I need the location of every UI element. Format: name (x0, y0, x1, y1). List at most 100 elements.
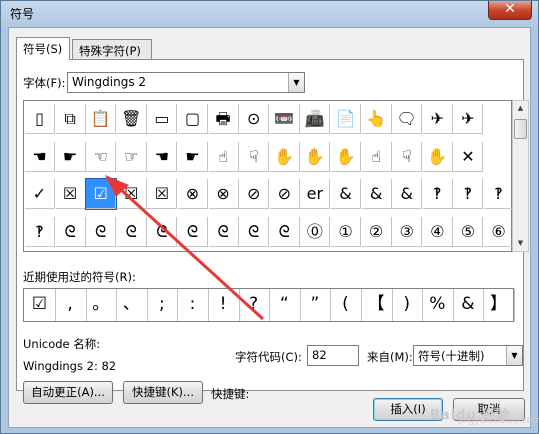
symbol-grid-scrollbar[interactable]: ▲ ▼ (512, 100, 529, 252)
symbol-cell[interactable]: ☛ (178, 141, 208, 172)
symbol-cell[interactable]: ⓪ (300, 216, 331, 247)
symbol-cell[interactable]: ⑤ (453, 216, 484, 247)
recent-symbol-cell[interactable]: ; (146, 289, 179, 321)
symbol-cell[interactable]: ☝ (361, 141, 392, 172)
font-select[interactable]: Wingdings 2 ▼ (67, 72, 305, 93)
symbol-cell[interactable]: ☟ (239, 141, 270, 172)
autocorrect-label: 自动更正(A)... (31, 385, 105, 399)
symbol-cell[interactable]: ☚ (147, 141, 178, 172)
symbol-cell[interactable]: ᘓ (178, 216, 208, 247)
char-code-input[interactable]: 82 (307, 345, 359, 366)
recent-symbol-cell[interactable]: 。 (85, 289, 118, 321)
symbol-cell[interactable]: 🗨 (392, 104, 423, 134)
symbol-cell[interactable]: 📠 (300, 104, 331, 134)
recent-symbol-cell[interactable]: & (452, 289, 485, 321)
symbol-cell[interactable]: 🗑 (116, 104, 147, 134)
symbol-cell[interactable]: ☝ (208, 141, 239, 172)
symbol-cell[interactable]: ✓ (25, 179, 55, 209)
watermark-url: jingyan.baidu.com (458, 416, 539, 426)
symbol-cell[interactable]: ✋ (422, 141, 453, 172)
tab-special-characters[interactable]: 特殊字符(P) (72, 39, 152, 59)
symbol-cell[interactable]: 📼 (269, 104, 300, 134)
symbol-cell[interactable]: ᘓ (116, 216, 147, 247)
scroll-thumb[interactable] (514, 119, 527, 139)
symbol-cell[interactable]: ③ (392, 216, 423, 247)
close-button[interactable]: ✕ (488, 1, 532, 20)
recent-symbol-cell[interactable]: ! (208, 289, 240, 321)
symbol-cell[interactable]: ⑥ (484, 216, 514, 247)
symbol-cell[interactable]: ‽ (422, 179, 453, 209)
symbol-cell[interactable]: 📋 (86, 104, 117, 134)
symbol-cell[interactable]: ④ (422, 216, 453, 247)
unicode-name-label: Unicode 名称: (23, 337, 101, 351)
symbol-cell[interactable]: ☜ (86, 141, 117, 172)
recent-symbol-cell[interactable]: ? (238, 289, 271, 321)
symbol-cell[interactable]: ✋ (331, 141, 361, 172)
symbol-cell[interactable]: ⊙ (239, 104, 270, 134)
recent-symbol-cell[interactable]: ☑ (24, 289, 56, 321)
recent-symbol-cell[interactable]: 】 (483, 289, 515, 321)
symbol-cell[interactable]: ☒ (55, 179, 86, 209)
symbol-cell[interactable]: ▯ (25, 104, 55, 134)
recent-symbol-cell[interactable]: ( (330, 289, 362, 321)
symbol-cell[interactable]: ᘓ (86, 216, 117, 247)
symbol-cell[interactable]: & (361, 179, 392, 209)
shortcut-key-label: 快捷键(K)... (132, 385, 194, 399)
dropdown-arrow-icon[interactable]: ▼ (288, 73, 304, 92)
recent-symbol-cell[interactable]: % (422, 289, 454, 321)
shortcut-key-button[interactable]: 快捷键(K)... (123, 381, 203, 404)
symbol-cell[interactable]: ᘓ (208, 216, 239, 247)
symbol-cell[interactable]: ▢ (178, 104, 208, 134)
symbol-cell[interactable]: & (392, 179, 423, 209)
symbol-cell[interactable]: ☛ (55, 141, 86, 172)
symbol-cell[interactable]: ☞ (116, 141, 147, 172)
recent-symbol-cell[interactable]: , (55, 289, 87, 321)
from-select-value: 符号(十进制) (418, 349, 485, 363)
tab-symbols[interactable]: 符号(S) (16, 37, 70, 60)
symbol-cell[interactable]: ‽ (453, 179, 484, 209)
symbol-cell[interactable]: ▭ (147, 104, 178, 134)
recent-symbol-cell[interactable]: “ (269, 289, 301, 321)
symbol-cell[interactable]: ⊗ (208, 179, 239, 209)
symbol-cell[interactable]: ‽ (25, 216, 55, 247)
symbol-cell[interactable]: ② (361, 216, 392, 247)
symbol-cell[interactable]: ☟ (392, 141, 423, 172)
symbol-cell[interactable]: ☒ (147, 179, 178, 209)
symbol-cell[interactable]: & (331, 179, 361, 209)
from-select[interactable]: 符号(十进制) ▼ (413, 345, 523, 366)
scroll-down-icon[interactable]: ▼ (513, 236, 528, 251)
symbol-cell[interactable]: ᘓ (55, 216, 86, 247)
symbol-cell[interactable]: ✋ (269, 141, 300, 172)
char-code-value: 82 (312, 348, 327, 362)
symbol-cell[interactable]: ⊘ (239, 179, 270, 209)
scroll-up-icon[interactable]: ▲ (513, 101, 528, 116)
recent-symbol-cell[interactable]: 、 (116, 289, 148, 321)
symbol-cell[interactable]: ⧉ (55, 104, 86, 134)
symbol-cell[interactable]: 🖶 (208, 104, 239, 134)
symbol-cell[interactable]: ① (331, 216, 361, 247)
symbol-cell[interactable]: ᘓ (147, 216, 178, 247)
symbol-cell[interactable]: 📄 (331, 104, 361, 134)
symbol-cell[interactable]: ⊗ (178, 179, 208, 209)
dropdown-arrow-icon[interactable]: ▼ (506, 346, 522, 365)
symbol-cell[interactable]: ✋ (300, 141, 331, 172)
symbol-cell[interactable]: ☑ (85, 178, 118, 210)
autocorrect-button[interactable]: 自动更正(A)... (23, 381, 113, 404)
symbol-cell[interactable]: ☚ (25, 141, 55, 172)
symbol-cell[interactable]: ☒ (116, 179, 147, 209)
symbol-cell[interactable]: ᘓ (269, 216, 300, 247)
recent-label: 近期使用过的符号(R): (23, 270, 136, 284)
recent-symbol-cell[interactable]: 【 (361, 289, 393, 321)
symbol-cell[interactable]: ✈ (422, 104, 453, 134)
symbol-cell[interactable]: ⊘ (269, 179, 300, 209)
recent-symbol-cell[interactable]: : (177, 289, 209, 321)
shortcut-label: 快捷键: (211, 387, 250, 401)
symbol-cell[interactable]: 👆 (361, 104, 392, 134)
recent-symbol-cell[interactable]: ” (299, 289, 332, 321)
symbol-cell[interactable]: ✈ (453, 104, 484, 134)
recent-symbol-cell[interactable]: ) (391, 289, 424, 321)
symbol-cell[interactable]: ᘓ (239, 216, 270, 247)
symbol-cell[interactable]: ‽ (484, 179, 514, 209)
symbol-cell[interactable]: er (300, 179, 331, 209)
symbol-cell[interactable]: ✕ (453, 141, 484, 172)
